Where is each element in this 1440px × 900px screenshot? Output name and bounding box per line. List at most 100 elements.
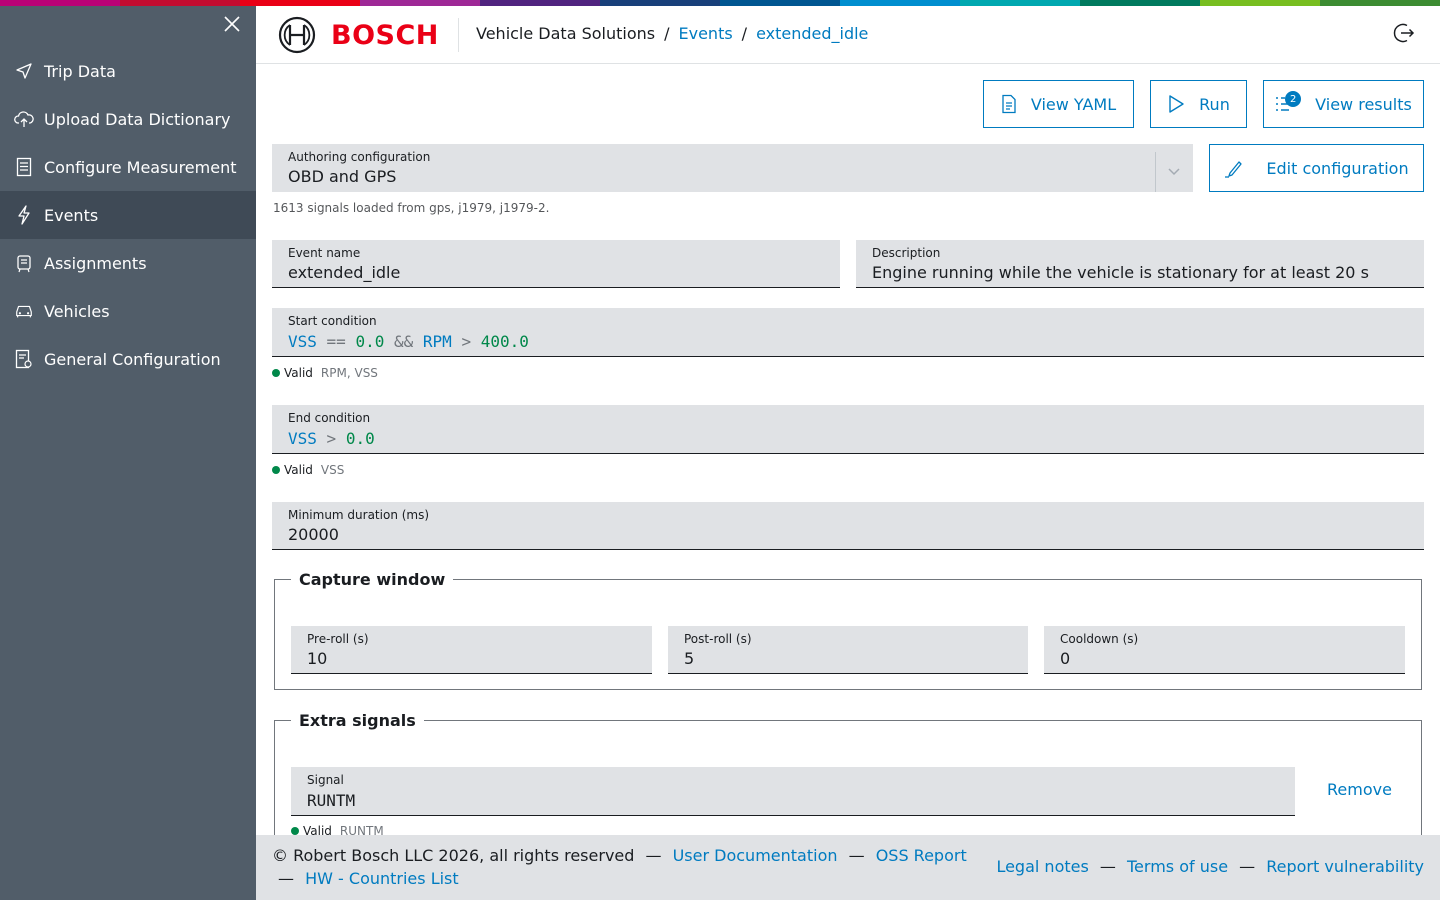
minimum-duration-input[interactable]: 20000 [288, 525, 339, 544]
breadcrumb-root: Vehicle Data Solutions [476, 24, 656, 43]
terms-of-use-link[interactable]: Terms of use [1127, 857, 1228, 876]
report-vulnerability-link[interactable]: Report vulnerability [1266, 857, 1424, 876]
start-condition-label: Start condition [288, 314, 377, 328]
breadcrumb-current[interactable]: extended_idle [756, 24, 868, 43]
footer-separator: — [1239, 857, 1256, 876]
settings-document-icon [14, 349, 34, 369]
chevron-down-icon[interactable] [1166, 163, 1182, 179]
run-label: Run [1199, 94, 1230, 114]
color-strip-segment [840, 0, 960, 6]
color-strip-segment [600, 0, 720, 6]
breadcrumb: Vehicle Data Solutions / Events / extend… [476, 24, 868, 43]
signals-loaded-text: 1613 signals loaded from gps, j1979, j19… [273, 201, 550, 215]
minimum-duration-field[interactable]: Minimum duration (ms) 20000 [272, 502, 1424, 550]
hw-countries-list-link[interactable]: HW - Countries List [305, 869, 459, 888]
number-token: 400.0 [480, 332, 529, 351]
description-input[interactable]: Engine running while the vehicle is stat… [872, 263, 1369, 282]
end-condition-label: End condition [288, 411, 371, 425]
remove-signal-button[interactable]: Remove [1327, 780, 1392, 799]
select-divider [1155, 152, 1156, 192]
pencil-icon [1224, 158, 1244, 178]
signal-input[interactable]: RUNTM [307, 791, 355, 810]
breadcrumb-events-link[interactable]: Events [679, 24, 733, 43]
validation-status: Valid [284, 366, 313, 380]
authoring-configuration-select[interactable]: Authoring configuration OBD and GPS [272, 144, 1193, 192]
pre-roll-input[interactable]: 10 [307, 649, 327, 668]
sidebar-item-label: Assignments [44, 253, 147, 273]
post-roll-field[interactable]: Post-roll (s) 5 [668, 626, 1028, 674]
signal-token: RPM [422, 332, 452, 351]
copyright-text: © Robert Bosch LLC 2026, all rights rese… [272, 846, 635, 865]
operator-token: > [461, 332, 472, 351]
start-condition-field[interactable]: Start condition VSS == 0.0 && RPM > 400.… [272, 308, 1424, 357]
footer: © Robert Bosch LLC 2026, all rights rese… [256, 835, 1440, 900]
valid-status-dot [272, 466, 280, 474]
number-token: 0.0 [345, 429, 375, 448]
valid-status-dot [291, 827, 299, 835]
sidebar-item-label: General Configuration [44, 349, 221, 369]
sidebar-item-label: Vehicles [44, 301, 110, 321]
operator-token: == [326, 332, 346, 351]
post-roll-input[interactable]: 5 [684, 649, 694, 668]
color-strip-segment [1320, 0, 1440, 6]
sidebar-item-events[interactable]: Events [0, 191, 256, 239]
run-button[interactable]: Run [1150, 80, 1247, 128]
legal-notes-link[interactable]: Legal notes [996, 857, 1088, 876]
oss-report-link[interactable]: OSS Report [876, 846, 967, 865]
start-condition-expression[interactable]: VSS == 0.0 && RPM > 400.0 [288, 332, 529, 351]
signals-loaded-helper: 1613 signals loaded from gps, j1979, j19… [273, 201, 549, 215]
bosch-logo[interactable]: BOSCH [278, 16, 439, 54]
bosch-armature-icon [278, 16, 316, 54]
description-label: Description [872, 246, 941, 260]
document-icon [1001, 94, 1017, 114]
sidebar-item-general-configuration[interactable]: General Configuration [0, 335, 256, 383]
logout-icon[interactable] [1392, 21, 1416, 45]
sidebar-item-trip-data[interactable]: Trip Data [0, 47, 256, 95]
sidebar-item-configure-measurement[interactable]: Configure Measurement [0, 143, 256, 191]
sidebar-item-upload-data-dictionary[interactable]: Upload Data Dictionary [0, 95, 256, 143]
brand-wordmark: BOSCH [331, 19, 439, 51]
assignment-icon [14, 253, 34, 273]
sidebar-item-label: Configure Measurement [44, 157, 237, 177]
validation-status: Valid [284, 463, 313, 477]
cooldown-input[interactable]: 0 [1060, 649, 1070, 668]
footer-separator: — [645, 846, 662, 865]
document-list-icon [14, 157, 34, 177]
view-yaml-button[interactable]: View YAML [983, 80, 1134, 128]
operator-token: && [394, 332, 414, 351]
referenced-signals: RPM, VSS [320, 366, 378, 380]
footer-legal-links: Legal notes — Terms of use — Report vuln… [996, 857, 1424, 876]
edit-configuration-button[interactable]: Edit configuration [1209, 144, 1424, 192]
pre-roll-field[interactable]: Pre-roll (s) 10 [291, 626, 652, 674]
extra-signal-field[interactable]: Signal RUNTM [291, 767, 1295, 816]
footer-separator: — [848, 846, 865, 865]
color-strip-segment [480, 0, 600, 6]
end-condition-field[interactable]: End condition VSS > 0.0 [272, 405, 1424, 454]
view-results-button[interactable]: 2 View results [1263, 80, 1424, 128]
navigation-icon [14, 61, 34, 81]
cooldown-field[interactable]: Cooldown (s) 0 [1044, 626, 1405, 674]
color-strip-segment [960, 0, 1080, 6]
validation-status: Valid [303, 824, 332, 835]
sidebar: Trip Data Upload Data Dictionary Configu… [0, 6, 256, 900]
referenced-signals: RUNTM [339, 824, 384, 835]
minimum-duration-label: Minimum duration (ms) [288, 508, 430, 522]
operator-token: > [326, 429, 337, 448]
valid-status-dot [272, 369, 280, 377]
extra-signal-validation: Valid RUNTM [291, 824, 384, 835]
sidebar-item-vehicles[interactable]: Vehicles [0, 287, 256, 335]
sidebar-item-assignments[interactable]: Assignments [0, 239, 256, 287]
header-divider [458, 18, 459, 52]
start-condition-validation: Valid RPM, VSS [272, 366, 378, 380]
close-icon[interactable] [222, 14, 242, 34]
list-results-icon: 2 [1275, 91, 1302, 114]
event-name-field[interactable]: Event name extended_idle [272, 240, 840, 288]
description-field[interactable]: Description Engine running while the veh… [856, 240, 1424, 288]
event-name-input[interactable]: extended_idle [288, 263, 400, 282]
end-condition-expression[interactable]: VSS > 0.0 [288, 429, 375, 448]
event-name-label: Event name [288, 246, 361, 260]
color-strip-segment [1080, 0, 1200, 6]
user-documentation-link[interactable]: User Documentation [673, 846, 838, 865]
extra-signals-title: Extra signals [299, 711, 416, 730]
edit-configuration-label: Edit configuration [1266, 158, 1409, 178]
